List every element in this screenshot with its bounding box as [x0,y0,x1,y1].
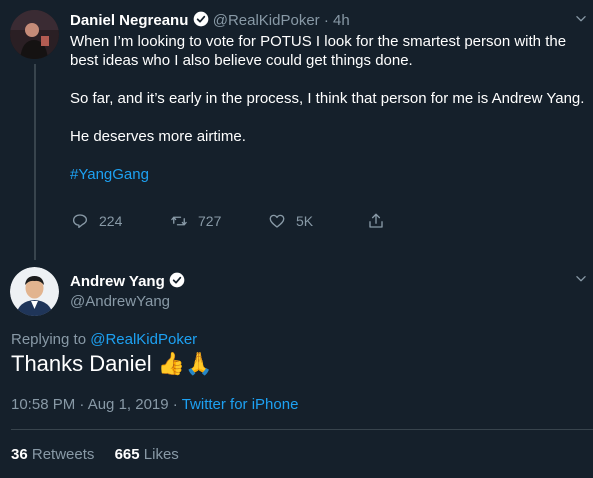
chevron-down-icon[interactable] [574,12,588,26]
retweet-icon [171,216,187,226]
tweet2-meta: 10:58 PM · Aug 1, 2019 · Twitter for iPh… [11,396,298,413]
tweet2-stats: 36 Retweets 665 Likes [11,446,179,463]
like-action[interactable]: 5K [268,212,313,230]
tweet2-author: Andrew Yang @AndrewYang [70,272,185,312]
heart-icon [269,214,285,228]
retweet-stat-count: 36 [11,446,28,463]
tweet2-handle[interactable]: @AndrewYang [70,292,185,312]
chevron-down-icon[interactable] [574,272,588,286]
share-action[interactable] [367,212,385,230]
verified-badge-icon [193,11,208,27]
tweet2-timestamp[interactable]: 10:58 PM · Aug 1, 2019 · [11,396,178,413]
retweet-stat[interactable]: 36 Retweets [11,446,99,463]
like-stat-count: 665 [114,446,140,463]
stats-divider [11,429,593,430]
tweet1-paragraph-2: So far, and it’s early in the process, I… [70,90,585,107]
tweet1-body: When I’m looking to vote for POTUS I loo… [70,32,585,184]
emoji-thumbs-up-pray: 👍🙏 [157,351,213,376]
tweet2-text-content: Thanks Daniel [11,351,152,376]
tweet1-handle[interactable]: @RealKidPoker [213,12,320,29]
tweet2-text: Thanks Daniel 👍🙏 [11,349,213,379]
retweet-stat-label: Retweets [31,446,95,463]
avatar-andrew[interactable] [10,267,59,316]
retweet-count: 727 [198,213,222,229]
avatar-image [10,267,59,316]
reply-action[interactable]: 224 [71,212,122,230]
tweet1-time[interactable]: · 4h [324,12,350,29]
verified-badge-icon [169,272,185,288]
tweet1-header: Daniel Negreanu @RealKidPoker · 4h [70,11,350,29]
replying-to-label: Replying to [11,331,87,348]
avatar-daniel[interactable] [10,10,59,59]
share-icon [369,213,383,228]
reply-count: 224 [99,213,123,229]
like-stat-label: Likes [143,446,179,463]
like-count: 5K [296,213,314,229]
tweet1-author-name[interactable]: Daniel Negreanu [70,12,188,29]
replying-to: Replying to @RealKidPoker [11,331,197,348]
thread-line [34,64,36,260]
tweet1-paragraph-3: He deserves more airtime. [70,128,246,145]
tweet2-author-name[interactable]: Andrew Yang [70,273,165,290]
hashtag-link[interactable]: #YangGang [70,165,585,184]
tweet1-paragraph-1: When I’m looking to vote for POTUS I loo… [70,33,567,69]
avatar-image [10,10,59,59]
like-stat[interactable]: 665 Likes [115,446,179,463]
tweet2-source[interactable]: Twitter for iPhone [182,396,299,413]
retweet-action[interactable]: 727 [170,212,221,230]
reply-icon [72,214,88,229]
replying-to-handle[interactable]: @RealKidPoker [90,331,197,348]
